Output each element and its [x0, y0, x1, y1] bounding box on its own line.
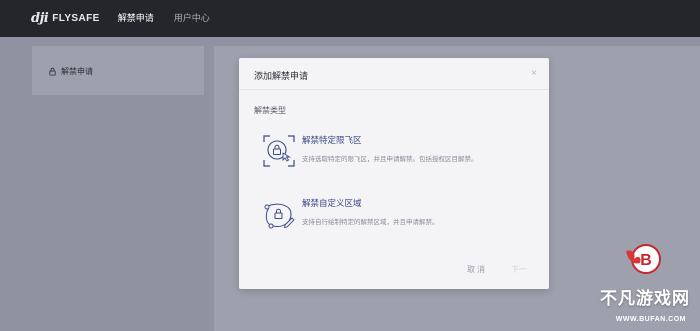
- option-description: 支持自行绘制特定的解禁区域，并且申请解禁。: [302, 219, 439, 226]
- dji-logo-mark: dji: [31, 11, 49, 26]
- top-bar: dji FLYSAFE 解禁申请 用户中心: [0, 0, 700, 37]
- sidebar-item-unlock-request[interactable]: 解禁申请: [32, 46, 204, 77]
- watermark-url: WWW.BUFAN.COM: [615, 316, 686, 323]
- option-description: 支持选取特定的限飞区，并且申请解禁。包括授权区目解禁。: [302, 156, 478, 163]
- nav-item-user-center[interactable]: 用户中心: [174, 0, 210, 37]
- option-unlock-custom-area[interactable]: 解禁自定义区域 支持自行绘制特定的解禁区域，并且申请解禁。: [261, 196, 541, 232]
- watermark-brand: 不凡游戏网: [600, 289, 690, 308]
- cancel-button[interactable]: 取消: [467, 264, 487, 275]
- nav-item-unlock-request[interactable]: 解禁申请: [118, 0, 154, 37]
- sidebar: 解禁申请: [32, 46, 204, 95]
- next-button[interactable]: 下一: [511, 264, 527, 275]
- option-title: 解禁特定限飞区: [302, 135, 362, 145]
- fence-lock-icon: [263, 135, 295, 167]
- option-unlock-specific-zone[interactable]: 解禁特定限飞区 支持选取特定的限飞区，并且申请解禁。包括授权区目解禁。: [261, 133, 541, 169]
- svg-text:B: B: [640, 252, 652, 269]
- option-text: 解禁特定限飞区 支持选取特定的限飞区，并且申请解禁。包括授权区目解禁。: [302, 133, 478, 169]
- dialog-divider: [239, 89, 549, 90]
- close-icon[interactable]: ×: [531, 68, 537, 79]
- brand-logo[interactable]: dji FLYSAFE: [31, 11, 100, 26]
- lock-icon: [49, 67, 56, 76]
- flysafe-logo-text: FLYSAFE: [52, 13, 100, 24]
- top-nav: 解禁申请 用户中心: [118, 0, 230, 37]
- dialog-footer: 取消 下一: [239, 255, 549, 289]
- bufan-logo-icon: B: [626, 244, 661, 274]
- site-watermark: B 不凡游戏网 WWW.BUFAN.COM: [574, 235, 694, 325]
- add-unlock-request-dialog: 添加解禁申请 × 解禁类型 解禁特定限飞区 支持选取特定的限飞区，并且申请解禁。…: [239, 58, 549, 289]
- draw-area-lock-icon: [264, 203, 295, 229]
- option-text: 解禁自定义区域 支持自行绘制特定的解禁区域，并且申请解禁。: [302, 196, 439, 232]
- sidebar-item-label: 解禁申请: [61, 67, 93, 76]
- unlock-type-label: 解禁类型: [254, 106, 286, 115]
- option-title: 解禁自定义区域: [302, 198, 362, 208]
- dialog-title: 添加解禁申请: [254, 71, 309, 81]
